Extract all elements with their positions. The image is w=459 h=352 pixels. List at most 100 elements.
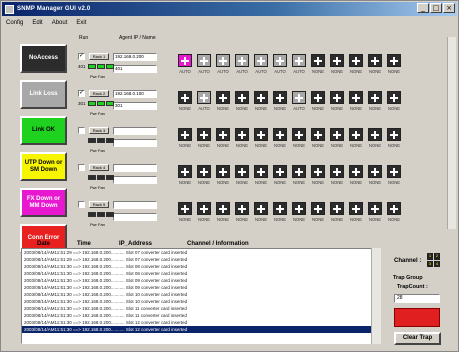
converter-slot[interactable]: NONE bbox=[347, 128, 365, 152]
converter-slot[interactable]: NONE bbox=[271, 91, 289, 115]
converter-slot[interactable]: NONE bbox=[252, 202, 270, 226]
status-legend-button[interactable]: Link Loss bbox=[20, 80, 67, 109]
agent-ip-field[interactable] bbox=[113, 164, 157, 172]
converter-slot[interactable]: NONE bbox=[347, 54, 365, 78]
title-bar[interactable]: SNMP Manager GUI v2.0 _ □ × bbox=[2, 2, 457, 16]
agent-ip-field[interactable]: 192.168.0.100 bbox=[113, 90, 157, 98]
log-entry[interactable]: 2003/08/14/AM11:51:30 ==> 192.168.0.200.… bbox=[22, 298, 380, 305]
converter-slot[interactable]: NONE bbox=[252, 165, 270, 189]
converter-slot[interactable]: NONE bbox=[233, 202, 251, 226]
converter-slot[interactable]: NONE bbox=[233, 128, 251, 152]
converter-slot[interactable]: AUTO bbox=[176, 54, 194, 78]
converter-slot[interactable]: NONE bbox=[176, 165, 194, 189]
converter-slot[interactable]: NONE bbox=[252, 128, 270, 152]
agent-name-field[interactable]: 301 bbox=[113, 102, 157, 110]
status-legend-button[interactable]: Link OK bbox=[20, 116, 67, 145]
log-entry[interactable]: 2003/08/14/AM11:51:30 ==> 192.168.0.200.… bbox=[22, 270, 380, 277]
agent-ip-field[interactable] bbox=[113, 127, 157, 135]
converter-slot[interactable]: NONE bbox=[176, 91, 194, 115]
rack-run-checkbox[interactable] bbox=[78, 201, 85, 208]
agent-name-field[interactable]: 401 bbox=[113, 65, 157, 73]
rack-button[interactable]: Rack 3 bbox=[89, 127, 109, 134]
converter-slot[interactable]: NONE bbox=[328, 128, 346, 152]
trap-count-field[interactable]: 28 bbox=[394, 294, 440, 303]
log-entry[interactable]: 2003/08/14/AM11:51:29 ==> 192.168.0.200.… bbox=[22, 249, 380, 256]
converter-slot[interactable]: AUTO bbox=[290, 91, 308, 115]
converter-slot[interactable]: AUTO bbox=[271, 54, 289, 78]
converter-slot[interactable]: NONE bbox=[214, 202, 232, 226]
main-scrollbar[interactable] bbox=[447, 37, 456, 229]
converter-slot[interactable]: AUTO bbox=[195, 91, 213, 115]
clear-trap-button[interactable]: Clear Trap bbox=[394, 332, 441, 345]
converter-slot[interactable]: NONE bbox=[252, 91, 270, 115]
rack-button[interactable]: Rack 5 bbox=[89, 201, 109, 208]
converter-slot[interactable]: NONE bbox=[214, 91, 232, 115]
converter-slot[interactable]: NONE bbox=[347, 91, 365, 115]
converter-slot[interactable]: NONE bbox=[385, 202, 403, 226]
converter-slot[interactable]: AUTO bbox=[290, 54, 308, 78]
menu-edit[interactable]: Edit bbox=[32, 20, 42, 26]
maximize-button[interactable]: □ bbox=[430, 3, 442, 13]
converter-slot[interactable]: NONE bbox=[271, 128, 289, 152]
log-entry[interactable]: 2003/08/14/AM11:51:30 ==> 192.168.0.200.… bbox=[22, 263, 380, 270]
agent-name-field[interactable] bbox=[113, 176, 157, 184]
event-log-list[interactable]: 2003/08/14/AM11:51:29 ==> 192.168.0.200.… bbox=[21, 248, 381, 344]
log-entry[interactable]: 2003/08/14/AM11:51:30 ==> 192.168.0.200.… bbox=[22, 277, 380, 284]
converter-slot[interactable]: NONE bbox=[385, 128, 403, 152]
converter-slot[interactable]: NONE bbox=[290, 202, 308, 226]
converter-slot[interactable]: NONE bbox=[214, 165, 232, 189]
converter-slot[interactable]: NONE bbox=[195, 202, 213, 226]
log-entry[interactable]: 2003/08/14/AM11:51:30 ==> 192.168.0.200.… bbox=[22, 312, 380, 319]
converter-slot[interactable]: NONE bbox=[214, 128, 232, 152]
converter-slot[interactable]: NONE bbox=[233, 165, 251, 189]
converter-slot[interactable]: AUTO bbox=[214, 54, 232, 78]
agent-ip-field[interactable]: 192.168.0.200 bbox=[113, 53, 157, 61]
agent-name-field[interactable] bbox=[113, 139, 157, 147]
log-scrollbar[interactable] bbox=[371, 248, 381, 344]
converter-slot[interactable]: NONE bbox=[366, 91, 384, 115]
converter-slot[interactable]: NONE bbox=[271, 202, 289, 226]
converter-slot[interactable]: NONE bbox=[347, 202, 365, 226]
log-entry[interactable]: 2003/08/14/AM11:51:30 ==> 192.168.0.200.… bbox=[22, 284, 380, 291]
converter-slot[interactable]: NONE bbox=[309, 202, 327, 226]
status-legend-button[interactable]: UTP Down or SM Down bbox=[20, 152, 67, 181]
converter-slot[interactable]: NONE bbox=[309, 128, 327, 152]
rack-button[interactable]: Rack 4 bbox=[89, 164, 109, 171]
minimize-button[interactable]: _ bbox=[417, 3, 429, 13]
menu-about[interactable]: About bbox=[52, 20, 68, 26]
converter-slot[interactable]: AUTO bbox=[195, 54, 213, 78]
log-entry[interactable]: 2003/08/14/AM11:51:30 ==> 192.168.0.200.… bbox=[22, 291, 380, 298]
log-entry[interactable]: 2003/08/14/AM11:51:30 ==> 192.168.0.200.… bbox=[22, 305, 380, 312]
converter-slot[interactable]: NONE bbox=[385, 165, 403, 189]
converter-slot[interactable]: NONE bbox=[385, 91, 403, 115]
converter-slot[interactable]: NONE bbox=[328, 54, 346, 78]
converter-slot[interactable]: NONE bbox=[366, 202, 384, 226]
converter-slot[interactable]: NONE bbox=[328, 202, 346, 226]
rack-run-checkbox[interactable] bbox=[78, 89, 85, 97]
agent-ip-field[interactable] bbox=[113, 201, 157, 209]
converter-slot[interactable]: NONE bbox=[366, 54, 384, 78]
log-entry[interactable]: 2003/08/14/AM11:51:29 ==> 192.168.0.200.… bbox=[22, 256, 380, 263]
converter-slot[interactable]: AUTO bbox=[252, 54, 270, 78]
status-legend-button[interactable]: FX Down or MM Down bbox=[20, 188, 67, 217]
rack-button[interactable]: Rack 2 bbox=[89, 90, 109, 97]
converter-slot[interactable]: NONE bbox=[328, 91, 346, 115]
converter-slot[interactable]: NONE bbox=[271, 165, 289, 189]
rack-run-checkbox[interactable] bbox=[78, 127, 85, 134]
log-entry[interactable]: 2003/08/14/AM11:51:30 ==> 192.168.0.200.… bbox=[22, 319, 380, 326]
converter-slot[interactable]: NONE bbox=[328, 165, 346, 189]
agent-name-field[interactable] bbox=[113, 213, 157, 221]
converter-slot[interactable]: NONE bbox=[176, 202, 194, 226]
rack-run-checkbox[interactable] bbox=[78, 164, 85, 171]
converter-slot[interactable]: NONE bbox=[347, 165, 365, 189]
converter-slot[interactable]: NONE bbox=[366, 165, 384, 189]
menu-exit[interactable]: Exit bbox=[76, 20, 86, 26]
converter-slot[interactable]: AUTO bbox=[233, 54, 251, 78]
log-entry[interactable]: 2003/08/14/AM11:51:30 ==> 192.168.0.200.… bbox=[22, 326, 380, 333]
converter-slot[interactable]: NONE bbox=[195, 128, 213, 152]
converter-slot[interactable]: NONE bbox=[290, 128, 308, 152]
rack-run-checkbox[interactable] bbox=[78, 52, 85, 60]
converter-slot[interactable]: NONE bbox=[366, 128, 384, 152]
rack-button[interactable]: Rack 1 bbox=[89, 53, 109, 60]
close-button[interactable]: × bbox=[443, 3, 455, 13]
